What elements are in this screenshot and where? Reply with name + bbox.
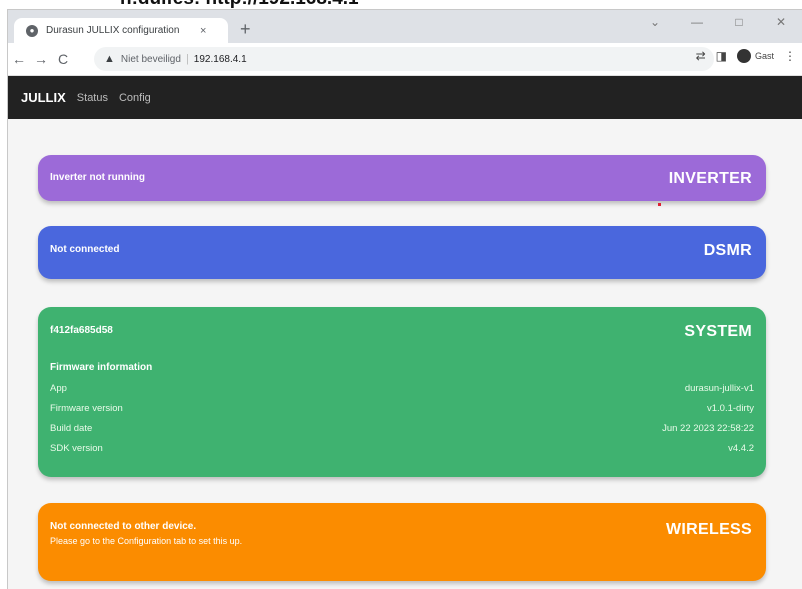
browser-tab[interactable]: ● Durasun JULLIX configuration × xyxy=(14,18,228,43)
menu-kebab-icon[interactable]: ⋮ xyxy=(784,49,796,63)
system-id: f412fa685d58 xyxy=(50,325,113,336)
side-panel-icon[interactable]: ◨ xyxy=(716,49,727,63)
tab-title: Durasun JULLIX configuration xyxy=(46,25,180,36)
dsmr-card-title: DSMR xyxy=(703,242,752,259)
wireless-status: Not connected to other device. xyxy=(50,521,197,532)
firmware-row-value: durasun-jullix-v1 xyxy=(684,383,754,394)
firmware-row-value: v4.4.2 xyxy=(728,443,754,454)
firmware-row: Build date Jun 22 2023 22:58:22 xyxy=(50,423,754,434)
window-controls: ⌄ — □ ✕ xyxy=(634,10,802,38)
inverter-card-title: INVERTER xyxy=(668,170,752,187)
brand-logo[interactable]: JULLIX xyxy=(21,90,66,105)
firmware-row-value: Jun 22 2023 22:58:22 xyxy=(662,423,754,434)
new-tab-button[interactable]: + xyxy=(240,20,251,38)
inverter-status: Inverter not running xyxy=(50,172,145,183)
dsmr-card: Not connected DSMR xyxy=(38,226,766,279)
firmware-row: SDK version v4.4.2 xyxy=(50,443,754,454)
firmware-row: App durasun-jullix-v1 xyxy=(50,383,754,394)
reload-icon[interactable]: C xyxy=(52,51,74,67)
wireless-substatus: Please go to the Configuration tab to se… xyxy=(50,536,243,546)
main-content: Inverter not running INVERTER Not connec… xyxy=(8,119,802,589)
header-fragment-text: h:dulfes: http://192.168.4.1 xyxy=(120,0,359,10)
security-label: Niet beveiligd xyxy=(120,53,181,65)
tab-close-icon[interactable]: × xyxy=(200,25,206,37)
forward-arrow-icon[interactable]: → xyxy=(30,51,52,67)
firmware-row-key: Build date xyxy=(50,423,93,434)
translate-icon[interactable]: ⇄ xyxy=(696,49,706,63)
red-dot-marker xyxy=(658,203,661,206)
firmware-row-key: SDK version xyxy=(50,443,103,454)
nav-link-config[interactable]: Config xyxy=(119,92,151,104)
firmware-row-value: v1.0.1-dirty xyxy=(707,403,754,414)
tab-search-icon[interactable]: ⌄ xyxy=(634,10,676,38)
page-top-text-fragment: h:dulfes: http://192.168.4.1 xyxy=(0,0,802,10)
firmware-info-title: Firmware information xyxy=(50,362,153,373)
address-bar[interactable]: ▲ Niet beveiligd | 192.168.4.1 xyxy=(94,47,714,71)
wireless-card: Not connected to other device. Please go… xyxy=(38,503,766,581)
address-separator: | xyxy=(185,53,189,65)
close-window-button[interactable]: ✕ xyxy=(760,10,802,38)
inverter-card: Inverter not running INVERTER xyxy=(38,155,766,201)
system-card: f412fa685d58 SYSTEM Firmware information… xyxy=(38,307,766,477)
maximize-button[interactable]: □ xyxy=(718,10,760,38)
dsmr-status: Not connected xyxy=(50,244,120,255)
firmware-row-key: App xyxy=(50,383,67,394)
tab-strip: ● Durasun JULLIX configuration × + ⌄ — □… xyxy=(8,10,802,43)
system-card-title: SYSTEM xyxy=(684,323,752,340)
url-text[interactable]: 192.168.4.1 xyxy=(194,54,247,65)
minimize-button[interactable]: — xyxy=(676,10,718,38)
browser-window: ● Durasun JULLIX configuration × + ⌄ — □… xyxy=(8,10,802,589)
nav-link-status[interactable]: Status xyxy=(77,92,108,104)
guest-label: Gast xyxy=(754,51,774,61)
guest-profile-button[interactable]: Gast xyxy=(736,49,774,63)
warning-triangle-icon[interactable]: ▲ xyxy=(104,53,115,65)
avatar-icon xyxy=(736,49,751,63)
firmware-row: Firmware version v1.0.1-dirty xyxy=(50,403,754,414)
browser-toolbar: ← → C ▲ Niet beveiligd | 192.168.4.1 ⇄ ◨… xyxy=(8,43,802,76)
toolbar-icons: ⇄ ◨ Gast ⋮ xyxy=(696,49,796,63)
firmware-row-key: Firmware version xyxy=(50,403,123,414)
app-navbar: JULLIX Status Config xyxy=(8,76,802,119)
globe-icon: ● xyxy=(26,24,38,37)
wireless-card-title: WIRELESS xyxy=(666,521,752,538)
back-arrow-icon[interactable]: ← xyxy=(8,51,30,67)
